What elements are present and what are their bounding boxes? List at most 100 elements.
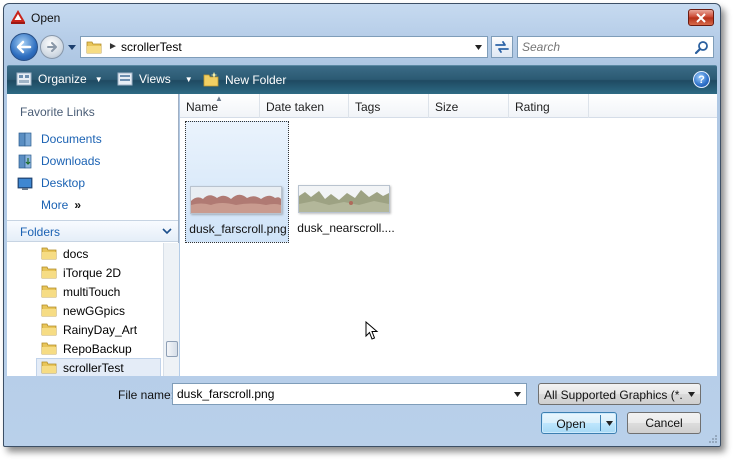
organize-icon <box>16 72 32 86</box>
folder-label: RepoBackup <box>63 341 132 356</box>
search-box[interactable] <box>517 36 714 58</box>
column-header-rating[interactable]: Rating <box>509 94 589 118</box>
favorite-link-label: Downloads <box>41 154 101 168</box>
file-name-input[interactable] <box>175 386 505 402</box>
double-chevron-right-icon: » <box>74 198 82 212</box>
title-bar[interactable]: Open <box>4 4 720 32</box>
views-menu-button[interactable]: Views ▼ <box>117 72 193 86</box>
chevron-down-icon: ▼ <box>184 74 193 84</box>
help-icon[interactable]: ? <box>693 71 710 88</box>
folder-label: iTorque 2D <box>63 265 122 280</box>
file-name: dusk_farscroll.png <box>189 222 287 236</box>
favorite-link-documents[interactable]: Documents <box>17 131 102 147</box>
column-label: Date taken <box>266 100 325 114</box>
file-name: dusk_nearscroll.... <box>297 221 395 235</box>
favorite-link-label: Desktop <box>41 176 86 190</box>
refresh-button[interactable] <box>491 36 513 58</box>
folders-label: Folders <box>20 225 61 239</box>
organize-label: Organize <box>38 72 87 86</box>
column-label: Name <box>186 100 219 114</box>
file-list-pane[interactable]: ▲ Name Date taken Tags Size Rating dusk_… <box>180 94 717 376</box>
favorite-links-header: Favorite Links <box>20 105 95 119</box>
file-type-select[interactable]: All Supported Graphics (*.jpg; <box>538 383 701 405</box>
views-icon <box>117 72 133 86</box>
cancel-button-label: Cancel <box>645 416 683 430</box>
open-button-label: Open <box>556 417 586 431</box>
folder-icon <box>41 304 57 317</box>
chevron-down-icon <box>162 228 172 235</box>
folder-item-itorque-2d[interactable]: iTorque 2D <box>37 263 162 282</box>
column-label: Size <box>435 100 459 114</box>
breadcrumb-chevron-icon[interactable]: ► <box>108 41 118 52</box>
open-options-dropdown-icon[interactable] <box>605 419 614 428</box>
arrow-right-icon <box>47 42 57 52</box>
folder-item-multitouch[interactable]: multiTouch <box>37 282 162 301</box>
folder-label: RainyDay_Art <box>63 322 138 337</box>
split-divider <box>600 415 601 431</box>
close-button[interactable] <box>688 9 714 26</box>
folder-label: docs <box>63 246 89 261</box>
new-folder-icon <box>203 72 219 87</box>
organize-menu-button[interactable]: Organize ▼ <box>16 72 103 86</box>
folder-item-newggpics[interactable]: newGGpics <box>37 301 162 320</box>
breadcrumb-current-folder[interactable]: scrollerTest <box>121 40 182 54</box>
more-favorites-link[interactable]: More » <box>41 198 81 212</box>
file-type-value: All Supported Graphics (*.jpg; <box>544 388 682 402</box>
farscroll-thumbnail-image <box>191 187 281 213</box>
favorite-link-desktop[interactable]: Desktop <box>17 175 85 191</box>
column-header-date-taken[interactable]: Date taken <box>260 94 349 118</box>
arrow-left-icon <box>16 40 32 54</box>
folders-section-header[interactable]: Folders <box>7 220 178 242</box>
file-name-combobox[interactable] <box>172 383 527 405</box>
search-input[interactable] <box>520 39 690 55</box>
address-bar[interactable]: ► scrollerTest <box>80 36 488 58</box>
autocad-logo-icon <box>11 10 25 24</box>
folder-item-docs[interactable]: docs <box>37 244 162 263</box>
image-thumbnail <box>298 185 390 213</box>
column-header-name[interactable]: ▲ Name <box>180 94 260 118</box>
folder-icon <box>41 342 57 355</box>
open-button[interactable]: Open <box>541 412 617 434</box>
scrollbar-thumb[interactable] <box>166 341 178 357</box>
address-history-dropdown-icon[interactable] <box>474 43 483 52</box>
resize-grip-icon[interactable] <box>708 434 718 444</box>
cancel-button[interactable]: Cancel <box>627 412 701 434</box>
views-label: Views <box>139 72 171 86</box>
file-item-dusk-nearscroll[interactable]: dusk_nearscroll.... <box>294 121 398 243</box>
chevron-down-icon[interactable] <box>513 390 522 399</box>
forward-button[interactable] <box>40 35 64 59</box>
recent-pages-dropdown-icon[interactable] <box>67 42 77 52</box>
favorite-link-label: Documents <box>41 132 102 146</box>
chevron-down-icon <box>688 392 695 397</box>
documents-icon <box>18 132 32 147</box>
folder-label: newGGpics <box>63 303 126 318</box>
help-label: ? <box>698 73 705 86</box>
new-folder-label: New Folder <box>225 72 287 87</box>
folder-item-repobackup[interactable]: RepoBackup <box>37 339 162 358</box>
more-label: More <box>41 198 69 212</box>
favorite-link-downloads[interactable]: Downloads <box>17 153 100 169</box>
folder-item-scrollertest[interactable]: scrollerTest <box>36 358 161 376</box>
column-header-tags[interactable]: Tags <box>349 94 429 118</box>
command-toolbar: Organize ▼ Views ▼ New Folder ? <box>7 65 717 94</box>
folder-icon <box>41 247 57 260</box>
navigation-pane: Favorite Links Documents Downloads Deskt… <box>7 94 179 376</box>
folder-icon <box>41 323 57 336</box>
column-label: Rating <box>515 100 550 114</box>
back-button[interactable] <box>10 33 38 61</box>
window-title: Open <box>31 11 61 25</box>
column-header-size[interactable]: Size <box>429 94 509 118</box>
refresh-icon <box>495 41 509 53</box>
file-item-dusk-farscroll[interactable]: dusk_farscroll.png <box>185 121 289 243</box>
folder-tree: docs iTorque 2D multiTouch newGGpics Rai… <box>7 243 162 376</box>
mouse-cursor-icon <box>365 321 379 340</box>
search-icon[interactable] <box>694 40 709 55</box>
downloads-icon <box>18 154 32 169</box>
new-folder-button[interactable]: New Folder <box>203 72 286 87</box>
column-label: Tags <box>355 100 381 114</box>
folder-icon <box>41 266 57 279</box>
folder-tree-scrollbar[interactable] <box>163 243 179 376</box>
folder-item-rainyday-art[interactable]: RainyDay_Art <box>37 320 162 339</box>
close-icon <box>696 12 706 23</box>
folder-label: scrollerTest <box>63 360 124 375</box>
